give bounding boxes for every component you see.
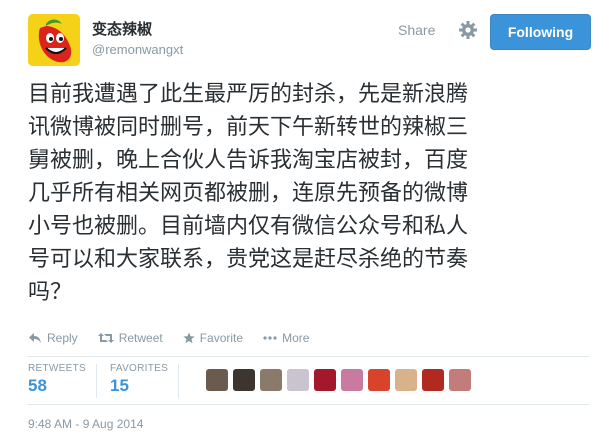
retweet-button[interactable]: Retweet xyxy=(97,328,163,348)
favoriter-avatar[interactable] xyxy=(368,369,390,391)
favoriter-avatar[interactable] xyxy=(341,369,363,391)
favoriter-avatar[interactable] xyxy=(260,369,282,391)
reply-label: Reply xyxy=(47,331,78,345)
tweet-line: 舅被删，晚上合伙人告诉我淘宝店被封，百度 xyxy=(28,148,469,173)
more-dots-icon xyxy=(263,336,277,340)
gear-icon[interactable] xyxy=(458,20,478,40)
favoriters-list xyxy=(206,369,471,391)
retweets-count[interactable]: 58 xyxy=(28,376,86,396)
favorites-count[interactable]: 15 xyxy=(110,376,168,396)
tweet-line: 几乎所有相关网页都被删，连原先预备的微博 xyxy=(28,181,469,206)
retweets-label: RETWEETS xyxy=(28,363,86,374)
more-label: More xyxy=(282,331,310,345)
favorite-button[interactable]: Favorite xyxy=(183,328,243,348)
following-button[interactable]: Following xyxy=(490,14,591,50)
chili-pepper-icon xyxy=(28,14,80,66)
share-button[interactable]: Share xyxy=(398,22,435,38)
favoriter-avatar[interactable] xyxy=(395,369,417,391)
user-name[interactable]: 变态辣椒 xyxy=(92,18,152,39)
retweets-stat[interactable]: RETWEETS 58 xyxy=(28,363,86,396)
tweet-timestamp[interactable]: 9:48 AM - 9 Aug 2014 xyxy=(28,417,143,431)
favoriter-avatar[interactable] xyxy=(206,369,228,391)
retweet-label: Retweet xyxy=(118,331,163,345)
divider xyxy=(178,364,179,398)
more-button[interactable]: More xyxy=(263,328,309,348)
favoriter-avatar[interactable] xyxy=(287,369,309,391)
tweet-line: 吗？ xyxy=(28,280,73,305)
reply-icon xyxy=(29,333,41,343)
favorite-label: Favorite xyxy=(199,331,244,345)
tweet-text: 目前我遭遇了此生最严厉的封杀，先是新浪腾 讯微博被同时删号，前天下午新转世的辣椒… xyxy=(28,78,598,309)
divider xyxy=(28,356,590,357)
tweet-line: 小号也被删。目前墙内仅有微信公众号和私人 xyxy=(28,214,469,239)
user-handle[interactable]: @remonwangxt xyxy=(92,42,183,57)
divider xyxy=(28,404,590,405)
retweet-icon xyxy=(97,333,114,343)
star-icon xyxy=(183,332,195,344)
tweet-line: 目前我遭遇了此生最严厉的封杀，先是新浪腾 xyxy=(28,82,469,107)
divider xyxy=(96,364,97,398)
tweet-actions: Reply Retweet Favorite More xyxy=(28,328,309,348)
favoriter-avatar[interactable] xyxy=(314,369,336,391)
avatar[interactable] xyxy=(28,14,80,66)
favoriter-avatar[interactable] xyxy=(449,369,471,391)
favoriter-avatar[interactable] xyxy=(422,369,444,391)
favoriter-avatar[interactable] xyxy=(233,369,255,391)
favorites-label: FAVORITES xyxy=(110,363,169,374)
tweet-line: 讯微博被同时删号，前天下午新转世的辣椒三 xyxy=(28,115,469,140)
tweet-line: 号可以和大家联系，贵党这是赶尽杀绝的节奏 xyxy=(28,247,469,272)
favorites-stat[interactable]: FAVORITES 15 xyxy=(110,363,168,396)
reply-button[interactable]: Reply xyxy=(28,328,78,348)
